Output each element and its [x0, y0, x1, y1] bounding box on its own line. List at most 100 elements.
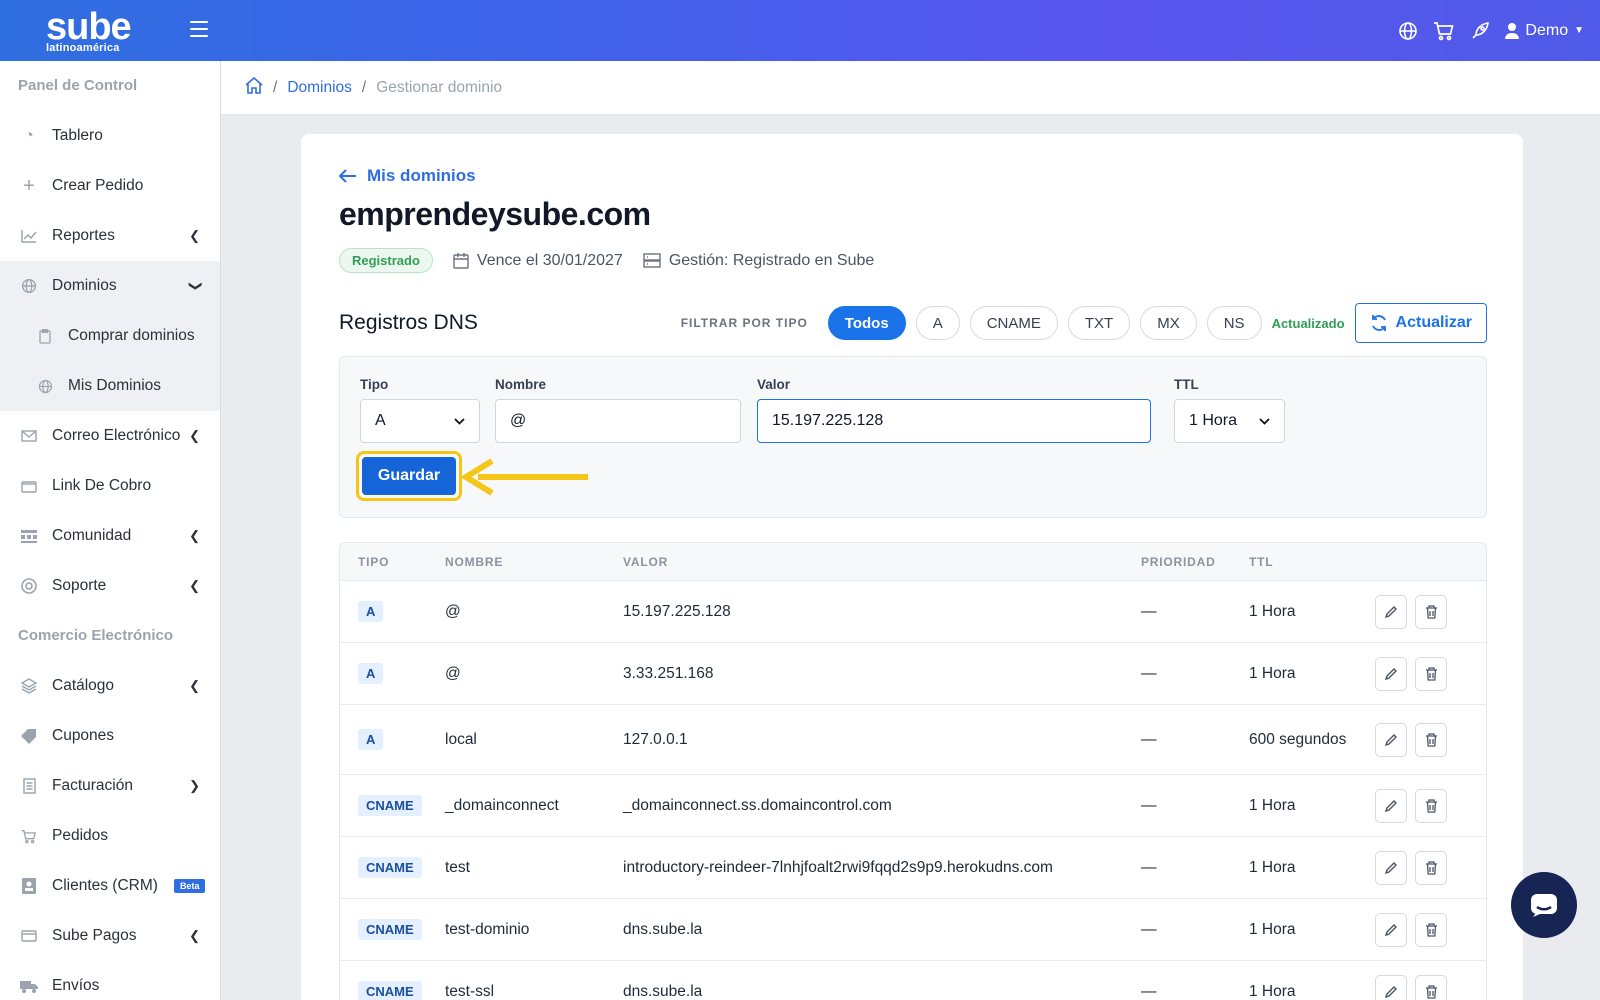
- envelope-icon: [20, 427, 38, 445]
- sidebar-item-facturacion[interactable]: Facturación ❯: [0, 761, 220, 811]
- edit-icon[interactable]: [1375, 850, 1407, 885]
- save-button[interactable]: Guardar: [362, 457, 456, 495]
- sidebar-item-label: Dominios: [52, 277, 117, 294]
- sidebar-item-comunidad[interactable]: Comunidad ❮: [0, 511, 220, 561]
- lifebuoy-icon: [20, 577, 38, 595]
- delete-icon[interactable]: [1415, 656, 1447, 691]
- chevron-left-icon: ❮: [189, 428, 200, 443]
- ttl-select[interactable]: 1 Hora: [1174, 399, 1285, 443]
- breadcrumb-separator: /: [361, 78, 367, 96]
- name-field: Nombre @: [495, 377, 741, 443]
- filter-cname[interactable]: CNAME: [969, 306, 1058, 340]
- logo[interactable]: sube latinoamérica: [46, 6, 132, 54]
- edit-icon[interactable]: [1375, 594, 1407, 629]
- logo-text: sube: [46, 6, 132, 48]
- filter-todos[interactable]: Todos: [827, 306, 906, 340]
- record-priority: —: [1141, 664, 1157, 682]
- sidebar-item-envios[interactable]: Envíos: [0, 961, 220, 1000]
- filter-label: FILTRAR POR TIPO: [680, 316, 808, 330]
- record-priority: —: [1141, 796, 1157, 814]
- menu-toggle-icon[interactable]: [190, 21, 208, 37]
- sidebar-item-label: Facturación: [52, 777, 133, 794]
- delete-icon[interactable]: [1415, 850, 1447, 885]
- chevron-down-icon: [454, 417, 465, 425]
- page-title: emprendeysube.com: [339, 196, 651, 232]
- sidebar: Panel de Control ◔ Tablero + Crear Pedido …: [0, 61, 221, 1000]
- type-label: Tipo: [360, 377, 389, 392]
- rocket-icon[interactable]: [1469, 20, 1491, 42]
- expiration-date: Vence el 30/01/2027: [476, 251, 623, 269]
- value-input[interactable]: 15.197.225.128: [757, 399, 1151, 443]
- sidebar-item-tablero[interactable]: ◔ Tablero: [0, 111, 220, 161]
- filter-a[interactable]: A: [915, 306, 960, 340]
- chevron-right-icon: ❯: [189, 778, 200, 793]
- edit-icon[interactable]: [1375, 788, 1407, 823]
- save-highlight: Guardar: [356, 451, 462, 501]
- record-value: 3.33.251.168: [623, 664, 714, 682]
- chevron-left-icon: ❮: [189, 678, 200, 693]
- main-area: / Dominios / Gestionar dominio Mis domin…: [221, 61, 1600, 1000]
- cart-icon[interactable]: [1433, 20, 1455, 42]
- name-label: Nombre: [495, 377, 547, 392]
- sidebar-item-correo[interactable]: Correo Electrónico ❮: [0, 411, 220, 461]
- sidebar-item-crear-pedido[interactable]: + Crear Pedido: [0, 161, 220, 211]
- edit-icon[interactable]: [1375, 656, 1407, 691]
- chevron-left-icon: ❮: [189, 578, 200, 593]
- delete-icon[interactable]: [1415, 594, 1447, 629]
- management-info: Gestión: Registrado en Sube: [668, 251, 875, 269]
- sidebar-item-cupones[interactable]: Cupones: [0, 711, 220, 761]
- sidebar-item-label: Comprar dominios: [68, 327, 195, 344]
- record-priority: —: [1141, 920, 1157, 938]
- table-row: A @3.33.251.168 — 1 Hora: [340, 643, 1486, 705]
- sidebar-item-link-cobro[interactable]: Link De Cobro: [0, 461, 220, 511]
- chat-widget-button[interactable]: [1511, 872, 1577, 938]
- table-row: A @15.197.225.128 — 1 Hora: [340, 581, 1486, 643]
- sidebar-item-comprar-dominios[interactable]: Comprar dominios: [0, 311, 220, 361]
- column-header-priority: PRIORIDAD: [1141, 554, 1216, 569]
- record-value: 127.0.0.1: [623, 730, 688, 748]
- record-type-badge: CNAME: [358, 795, 422, 816]
- filter-txt[interactable]: TXT: [1067, 306, 1131, 340]
- filter-ns[interactable]: NS: [1206, 306, 1262, 340]
- type-select[interactable]: A: [360, 399, 480, 443]
- record-ttl: 600 segundos: [1249, 730, 1347, 748]
- record-type-badge: CNAME: [358, 981, 422, 1000]
- sidebar-item-label: Link De Cobro: [52, 477, 152, 494]
- edit-icon[interactable]: [1375, 912, 1407, 947]
- breadcrumb-current: Gestionar dominio: [376, 78, 503, 96]
- filter-mx[interactable]: MX: [1140, 306, 1197, 340]
- wallet-icon: [20, 477, 38, 495]
- user-menu[interactable]: Demo ▼: [1505, 22, 1584, 40]
- breadcrumb-separator: /: [273, 78, 278, 96]
- sidebar-item-catalogo[interactable]: Catálogo ❮: [0, 661, 220, 711]
- dns-title: Registros DNS: [339, 311, 478, 334]
- sidebar-item-soporte[interactable]: Soporte ❮: [0, 561, 220, 611]
- refresh-button[interactable]: Actualizar: [1354, 303, 1487, 343]
- breadcrumb-link-dominios[interactable]: Dominios: [287, 79, 352, 97]
- record-name: local: [445, 730, 477, 748]
- sidebar-item-clientes[interactable]: Clientes (CRM) Beta: [0, 861, 220, 911]
- sidebar-section-comercio: Comercio Electrónico: [18, 627, 174, 644]
- delete-icon[interactable]: [1415, 722, 1447, 757]
- sidebar-item-label: Reportes: [52, 227, 115, 244]
- home-icon[interactable]: [245, 76, 263, 99]
- delete-icon[interactable]: [1415, 912, 1447, 947]
- column-header-name: NOMBRE: [445, 554, 504, 569]
- table-row: CNAME test-ssl dns.sube.la — 1 Hora: [340, 961, 1486, 1000]
- globe-icon[interactable]: [1397, 20, 1419, 42]
- sidebar-item-pedidos[interactable]: Pedidos: [0, 811, 220, 861]
- sidebar-item-sube-pagos[interactable]: Sube Pagos ❮: [0, 911, 220, 961]
- sidebar-item-dominios[interactable]: Dominios ❮: [0, 261, 220, 311]
- delete-icon[interactable]: [1415, 788, 1447, 823]
- record-value: 15.197.225.128: [623, 602, 731, 620]
- edit-icon[interactable]: [1375, 722, 1407, 757]
- name-input[interactable]: @: [495, 399, 741, 443]
- beta-badge: Beta: [173, 879, 206, 893]
- sidebar-item-mis-dominios[interactable]: Mis Dominios: [0, 361, 220, 411]
- record-type-badge: CNAME: [358, 919, 422, 940]
- record-ttl: 1 Hora: [1249, 664, 1296, 682]
- back-link[interactable]: Mis dominios: [339, 166, 476, 186]
- sidebar-item-reportes[interactable]: Reportes ❮: [0, 211, 220, 261]
- delete-icon[interactable]: [1415, 974, 1447, 1000]
- edit-icon[interactable]: [1375, 974, 1407, 1000]
